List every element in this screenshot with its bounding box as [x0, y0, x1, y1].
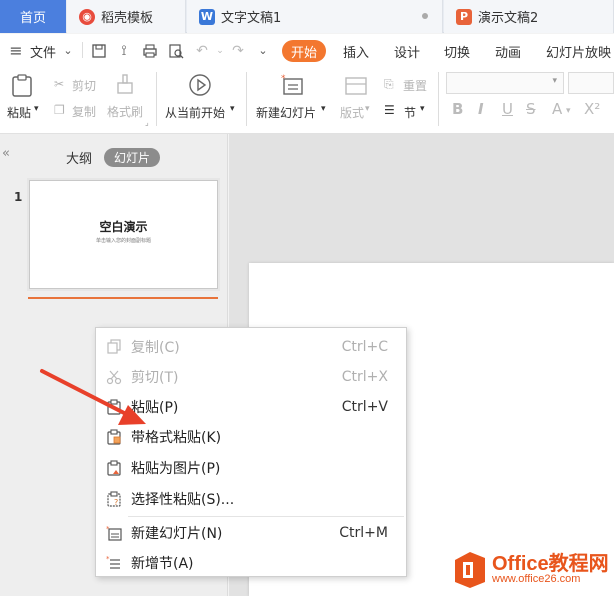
presentation-doc-icon: P [456, 8, 472, 25]
svg-text:*: * [106, 555, 110, 563]
redo-icon[interactable]: ↷ [230, 43, 246, 59]
divider [438, 72, 439, 126]
clipboard-group-launcher-icon[interactable]: ⌟ [145, 118, 149, 127]
context-menu: 复制(C) Ctrl+C 剪切(T) Ctrl+X 粘贴(P) Ctrl+V 带… [95, 327, 407, 577]
tab-templates[interactable]: ◉ 稻壳模板 [67, 0, 186, 33]
font-size-select[interactable] [568, 72, 614, 94]
new-section-icon: * [106, 555, 120, 569]
ctx-paste-as-picture[interactable]: 粘贴为图片(P) [96, 453, 406, 483]
office-logo-icon [455, 552, 485, 588]
format-painter-icon [117, 74, 133, 94]
menu-start[interactable]: 开始 [282, 40, 326, 62]
play-dropdown-icon: ▾ [230, 104, 235, 114]
paste-format-icon [107, 429, 121, 445]
scissors-icon: ✂ [54, 77, 65, 91]
layout-dropdown-icon: ▾ [365, 104, 370, 114]
unsaved-dot-icon [422, 13, 428, 19]
new-slide-icon: * [281, 74, 303, 95]
bold-icon[interactable]: B [452, 100, 463, 118]
tab-slides[interactable]: 幻灯片 [104, 148, 160, 167]
chevron-down-icon[interactable]: ⌄ [60, 43, 76, 59]
print-icon[interactable] [142, 43, 158, 59]
underline-icon[interactable]: U [502, 100, 513, 118]
font-color-dropdown-icon[interactable]: ▾ [566, 106, 571, 116]
menu-transition[interactable]: 切换 [444, 42, 470, 61]
tab-presentation[interactable]: P 演示文稿2 [444, 0, 614, 33]
ribbon: 粘贴 ▾ ✂ 剪切 ❐ 复制 格式刷 ⌟ 从当前开始 ▾ * 新建幻灯片 ▾ 版… [0, 66, 614, 134]
copy-icon [107, 339, 121, 354]
slide-number: 1 [14, 190, 23, 204]
new-slide-dropdown-icon: ▾ [321, 104, 326, 114]
divider [246, 72, 247, 126]
new-slide-icon: * [106, 525, 122, 541]
export-icon[interactable]: ⟟ [116, 43, 132, 59]
paste-special-icon: ? [107, 491, 121, 507]
reset-icon: ⎘ [384, 77, 394, 91]
tab-outline[interactable]: 大纲 [66, 148, 92, 167]
thumb-subtitle: 单击输入您的封面副标题 [95, 238, 151, 244]
save-icon[interactable] [91, 43, 107, 59]
copy-button[interactable]: 复制 [72, 103, 96, 120]
tab-writer-doc[interactable]: W 文字文稿1 [187, 0, 443, 33]
thumb-title: 空白演示 [99, 220, 148, 234]
slide-thumbnail[interactable]: 空白演示 单击输入您的封面副标题 [29, 180, 218, 289]
format-painter-button[interactable]: 格式刷 [107, 103, 143, 120]
ctx-paste-special[interactable]: ? 选择性粘贴(S)... [96, 484, 406, 514]
svg-text:*: * [106, 525, 110, 533]
paste-dropdown-icon: ▾ [34, 104, 39, 114]
menu-slideshow[interactable]: 幻灯片放映 [546, 42, 611, 61]
print-preview-icon[interactable] [168, 43, 184, 59]
daoke-logo-icon: ◉ [79, 8, 95, 25]
customize-dropdown-icon[interactable]: ⌄ [255, 43, 271, 59]
watermark-title: Office教程网 [492, 553, 609, 575]
paste-insertion-line [28, 297, 218, 299]
watermark-url: www.office26.com [492, 573, 581, 585]
tab-bar: 首页 ◉ 稻壳模板 W 文字文稿1 P 演示文稿2 [0, 0, 614, 33]
divider [156, 72, 157, 126]
section-dropdown-icon: ▾ [420, 104, 425, 114]
reset-button[interactable]: 重置 [403, 77, 427, 94]
font-color-icon[interactable]: A [552, 100, 562, 118]
clipboard-icon [107, 399, 121, 415]
hamburger-icon[interactable]: ≡ [8, 43, 24, 59]
copy-icon: ❐ [54, 103, 65, 117]
italic-icon[interactable]: I [478, 100, 484, 118]
superscript-icon[interactable]: X² [584, 100, 600, 118]
undo-icon[interactable]: ↶ [194, 43, 210, 59]
section-button[interactable]: 节 [404, 104, 416, 121]
cut-button[interactable]: 剪切 [72, 77, 96, 94]
scissors-icon [106, 370, 122, 385]
strikethrough-icon[interactable]: S [526, 100, 536, 118]
menu-separator [128, 516, 404, 517]
svg-text:?: ? [114, 498, 118, 507]
paste-picture-icon [107, 460, 121, 476]
svg-text:*: * [281, 74, 286, 84]
menu-row: ≡ 文件 ⌄ ⟟ ↶ ⌄ ↷ ⌄ 开始 插入 设计 切换 动画 幻灯片放映 [0, 34, 614, 66]
section-icon: ☰ [384, 103, 395, 117]
menu-file[interactable]: 文件 [30, 42, 56, 61]
font-family-select[interactable]: ▾ [446, 72, 564, 94]
menu-animation[interactable]: 动画 [495, 42, 521, 61]
ctx-new-section[interactable]: * 新增节(A) [96, 548, 406, 578]
ctx-new-slide[interactable]: * 新建幻灯片(N) Ctrl+M [96, 518, 406, 548]
undo-dropdown-icon[interactable]: ⌄ [212, 43, 228, 59]
watermark: Office教程网 www.office26.com [452, 547, 614, 596]
collapse-panel-icon[interactable]: « [2, 146, 10, 161]
menu-design[interactable]: 设计 [394, 42, 420, 61]
writer-doc-icon: W [199, 8, 215, 25]
chevron-down-icon: ▾ [552, 76, 557, 86]
play-icon [189, 74, 211, 96]
ctx-copy[interactable]: 复制(C) Ctrl+C [96, 332, 406, 362]
layout-button[interactable]: 版式 [340, 104, 364, 121]
divider [82, 42, 83, 58]
ctx-paste[interactable]: 粘贴(P) Ctrl+V [96, 392, 406, 422]
menu-insert[interactable]: 插入 [343, 42, 369, 61]
layout-icon [345, 77, 367, 95]
tab-home[interactable]: 首页 [0, 0, 66, 33]
ctx-cut[interactable]: 剪切(T) Ctrl+X [96, 362, 406, 392]
clipboard-icon [12, 74, 32, 97]
ctx-paste-keep-format[interactable]: 带格式粘贴(K) [96, 422, 406, 452]
